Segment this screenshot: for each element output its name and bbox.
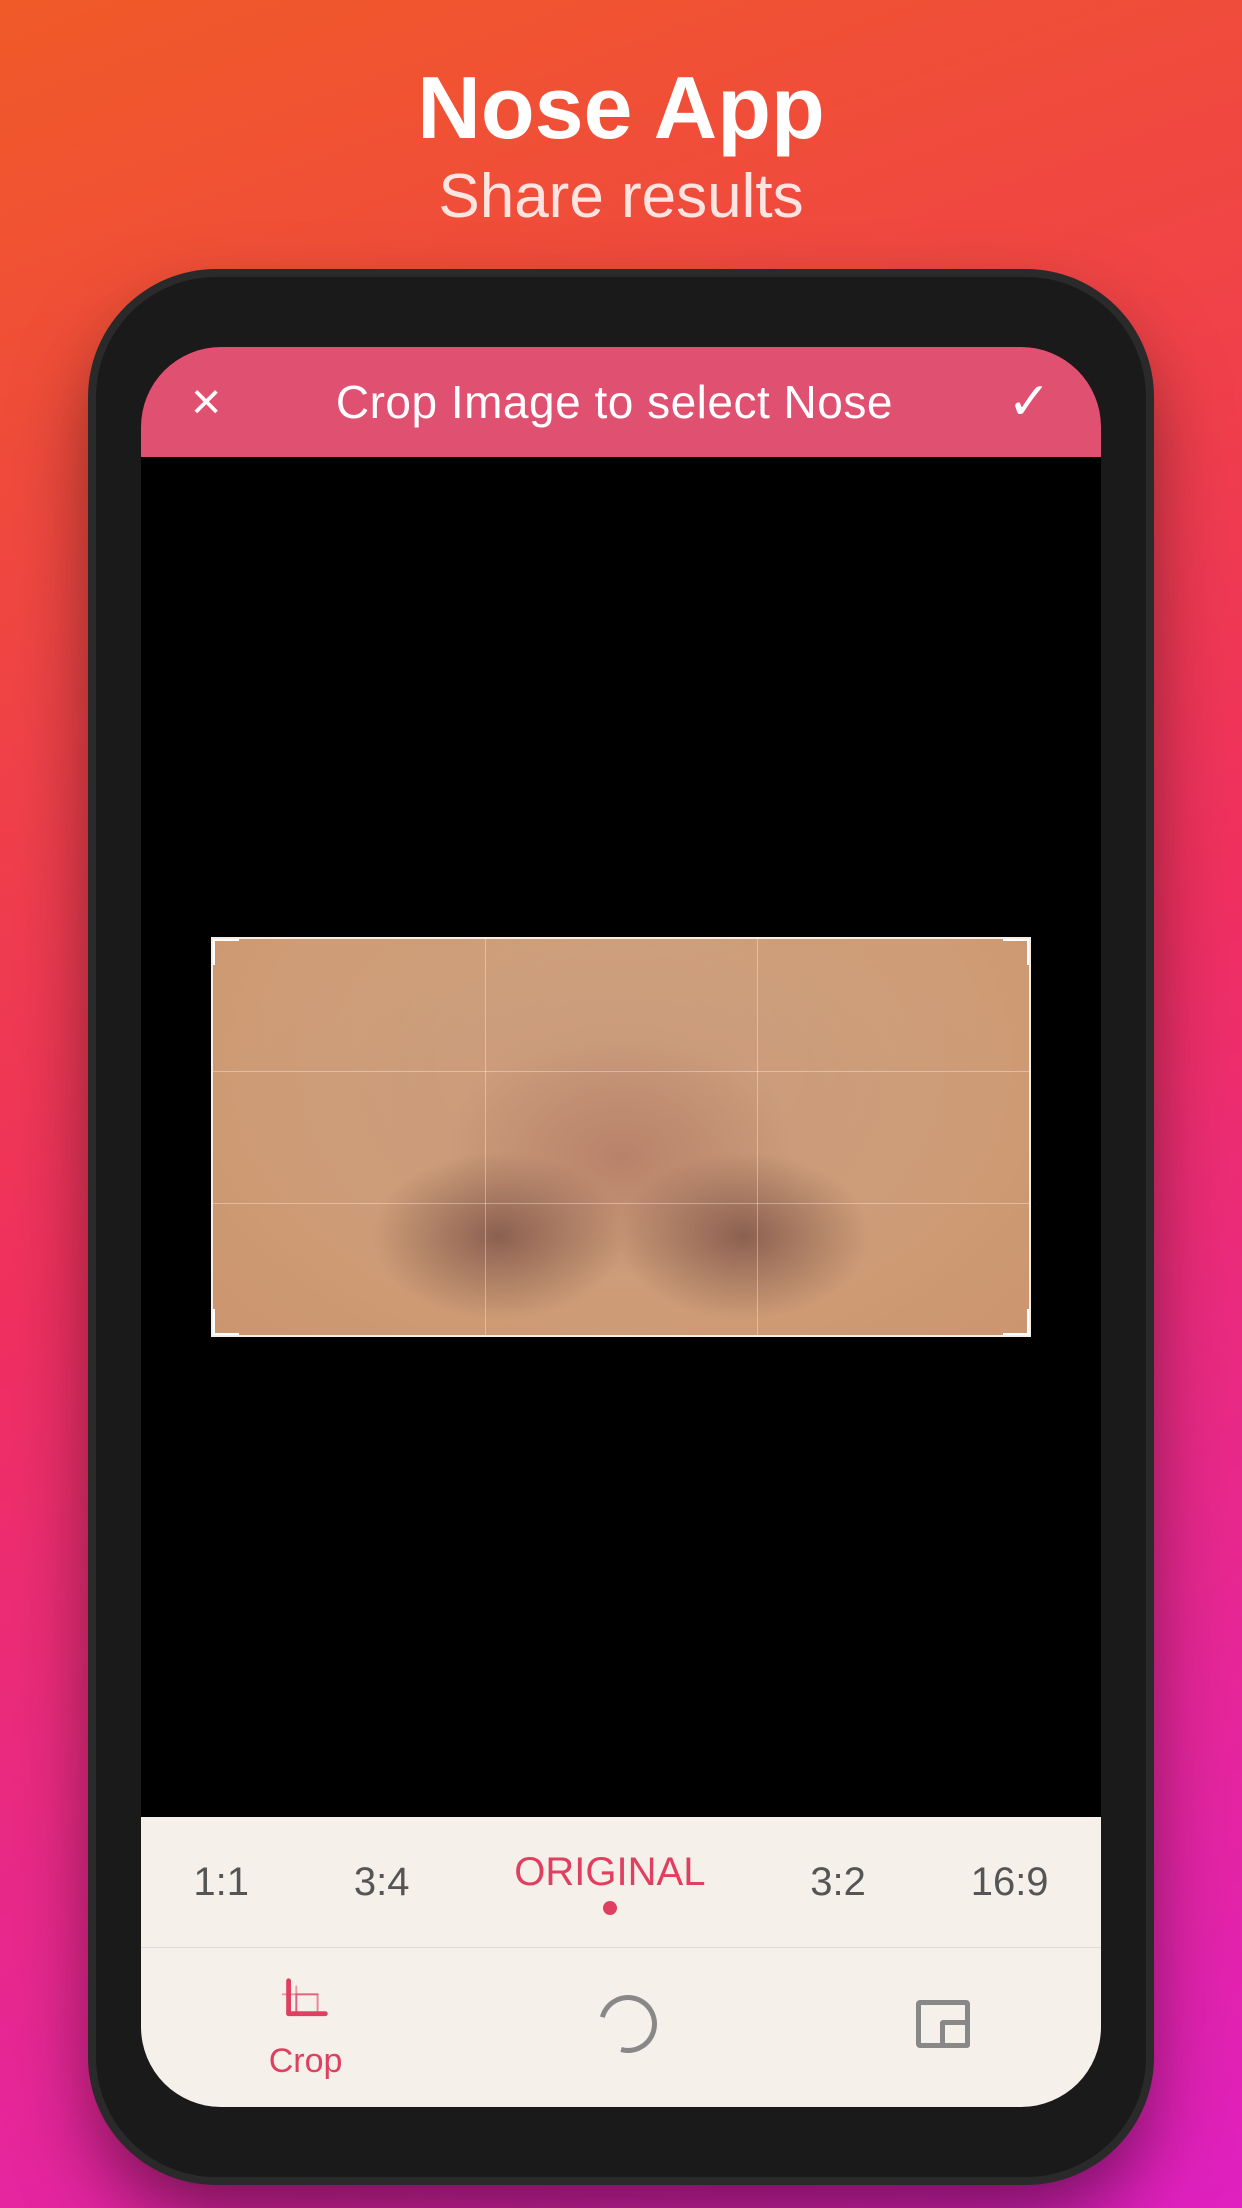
aspect-ratio-icon xyxy=(913,1994,973,2054)
top-bar: × Crop Image to select Nose ✓ xyxy=(141,347,1101,457)
reset-tool-icon xyxy=(598,1994,658,2054)
app-subtitle: Share results xyxy=(438,157,803,238)
toolbar: Crop xyxy=(141,1947,1101,2107)
phone-screen: × Crop Image to select Nose ✓ xyxy=(141,347,1101,2107)
crop-label: Crop xyxy=(269,2042,343,2081)
confirm-icon[interactable]: ✓ xyxy=(1007,376,1051,428)
reset-tool[interactable] xyxy=(598,1994,658,2062)
corner-handle-bl[interactable] xyxy=(211,1309,239,1337)
nose-visual xyxy=(213,939,1029,1335)
app-title: Nose App xyxy=(417,60,824,157)
ratio-1-1[interactable]: 1:1 xyxy=(193,1860,249,1905)
phone-frame: × Crop Image to select Nose ✓ xyxy=(96,277,1146,2177)
active-indicator-dot xyxy=(603,1901,617,1915)
close-icon[interactable]: × xyxy=(191,376,221,428)
ratio-3-2[interactable]: 3:2 xyxy=(810,1860,866,1905)
topbar-title: Crop Image to select Nose xyxy=(336,375,893,429)
crop-tool-icon xyxy=(276,1974,336,2034)
header-section: Nose App Share results xyxy=(417,0,824,237)
crop-image xyxy=(211,937,1031,1337)
content-area xyxy=(141,457,1101,1817)
aspect-ratio-tool[interactable] xyxy=(913,1994,973,2062)
ratio-original[interactable]: ORIGINAL xyxy=(514,1850,705,1915)
ratio-bar: 1:1 3:4 ORIGINAL 3:2 16:9 xyxy=(141,1817,1101,1947)
crop-container[interactable] xyxy=(211,937,1031,1337)
ratio-16-9[interactable]: 16:9 xyxy=(971,1860,1049,1905)
corner-handle-tl[interactable] xyxy=(211,937,239,965)
ratio-3-4[interactable]: 3:4 xyxy=(354,1860,410,1905)
crop-tool[interactable]: Crop xyxy=(269,1974,343,2081)
corner-handle-tr[interactable] xyxy=(1003,937,1031,965)
corner-handle-br[interactable] xyxy=(1003,1309,1031,1337)
